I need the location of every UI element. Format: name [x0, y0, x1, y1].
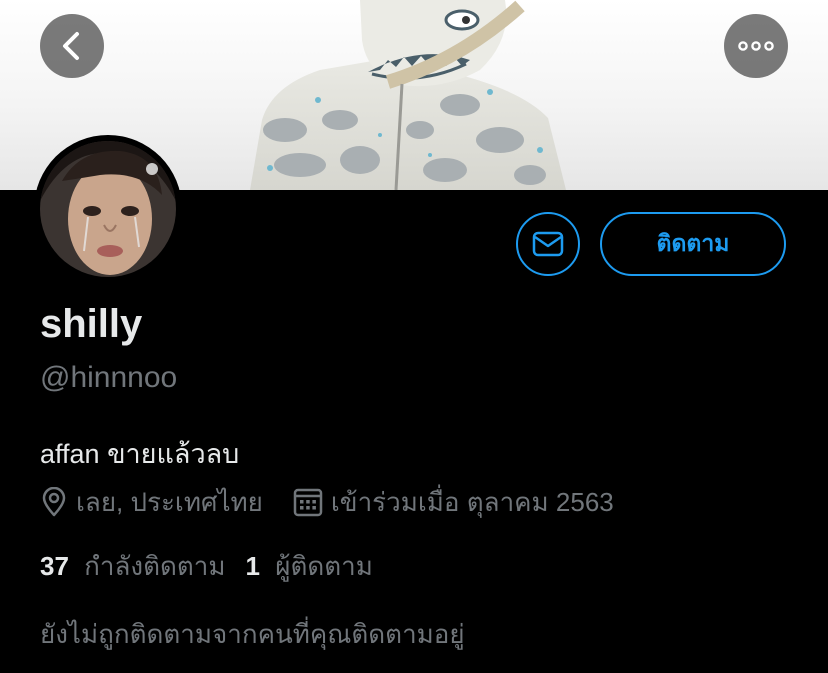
profile-avatar[interactable] — [34, 135, 182, 283]
followers-label: ผู้ติดตาม — [275, 551, 373, 581]
follow-stats: 37 กำลังติดตาม 1 ผู้ติดตาม — [40, 546, 373, 587]
following-count: 37 — [40, 551, 69, 581]
back-button[interactable] — [40, 14, 104, 78]
location-text: เลย, ประเทศไทย — [76, 486, 263, 517]
followed-by-note: ยังไม่ถูกติดตามจากคนที่คุณติดตามอยู่ — [40, 619, 465, 649]
chevron-left-icon — [63, 32, 79, 60]
avatar-image — [40, 141, 176, 277]
more-options-button[interactable] — [724, 14, 788, 78]
following-link[interactable]: 37 กำลังติดตาม — [40, 546, 226, 587]
location-item: เลย, ประเทศไทย — [40, 482, 263, 523]
joined-item: เข้าร่วมเมื่อ ตุลาคม 2563 — [293, 482, 614, 523]
location-pin-icon — [42, 487, 66, 517]
more-horizontal-icon — [738, 41, 774, 51]
profile-meta: เลย, ประเทศไทย เข้าร่วมเมื่อ ตุลาคม 2563 — [40, 482, 614, 522]
joined-text: เข้าร่วมเมื่อ ตุลาคม 2563 — [330, 486, 614, 517]
followers-link[interactable]: 1 ผู้ติดตาม — [246, 546, 373, 587]
follow-button[interactable]: ติดตาม — [600, 212, 786, 276]
message-button[interactable] — [516, 212, 580, 276]
mail-icon — [532, 231, 564, 257]
profile-bio: affan ขายแล้วลบ — [40, 439, 240, 469]
calendar-icon — [293, 488, 323, 517]
followers-count: 1 — [245, 551, 260, 581]
display-name: shilly — [40, 302, 143, 346]
user-handle: @hinnnoo — [40, 361, 178, 394]
following-label: กำลังติดตาม — [84, 551, 226, 581]
